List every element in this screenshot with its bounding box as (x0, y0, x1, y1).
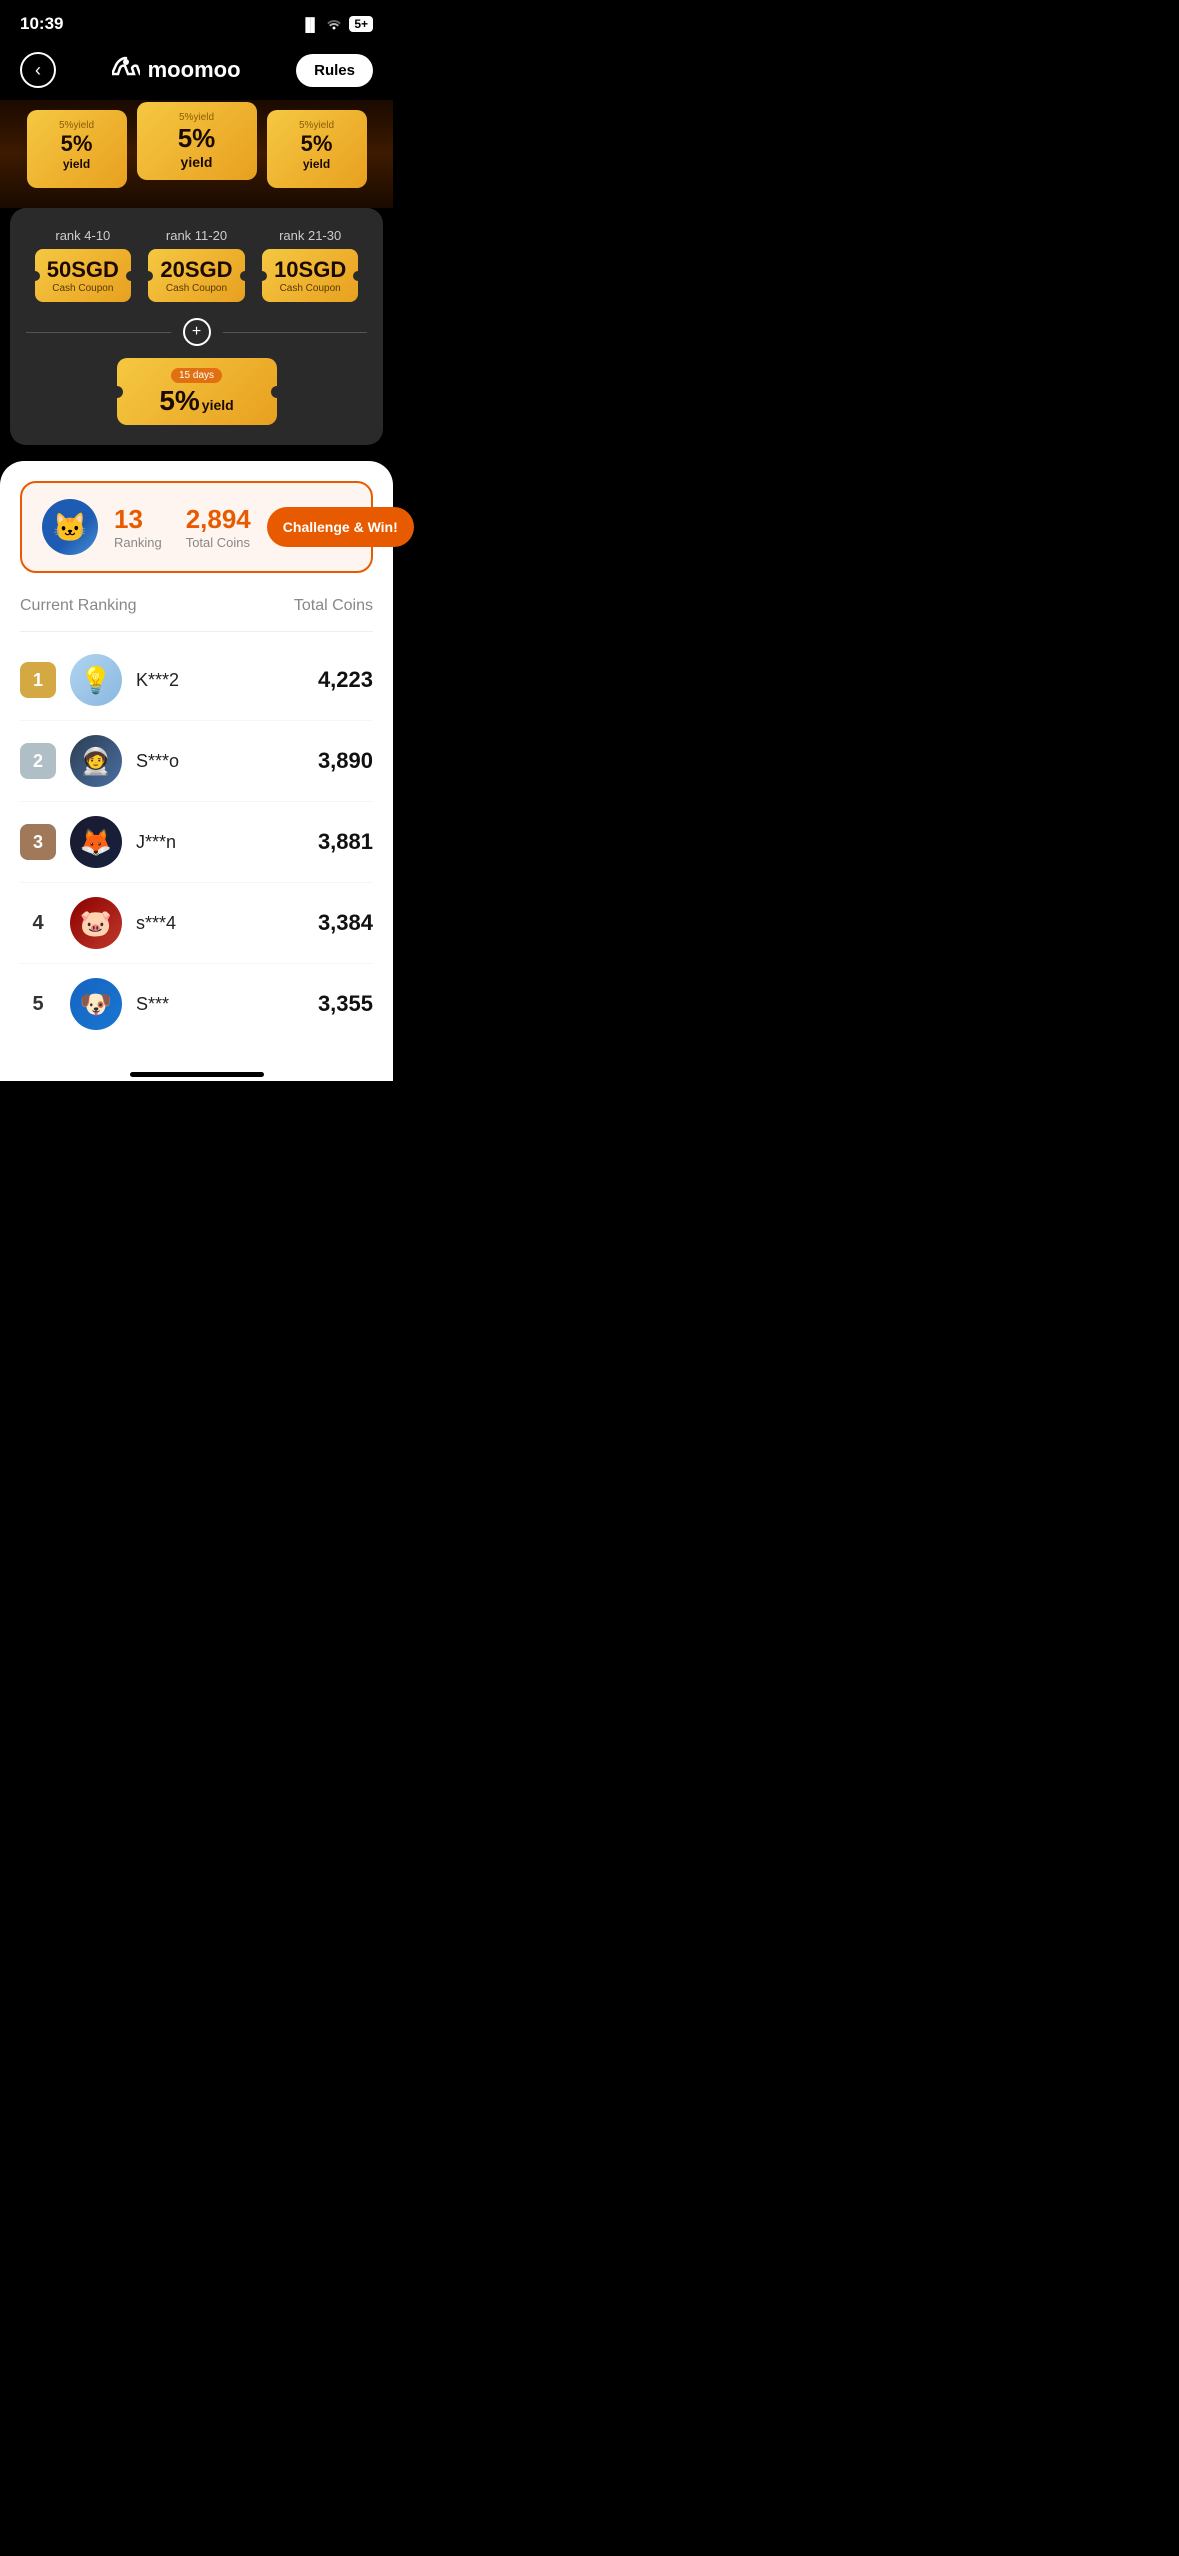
hero-coupon-center-label: 5%yield (179, 112, 214, 123)
user-ranking-label: Ranking (114, 535, 162, 550)
status-icons: ▐▌ 5+ (301, 16, 373, 33)
avatar-player-5: 🐶 (70, 978, 122, 1030)
logo-text: moomoo (148, 57, 241, 83)
signal-icon: ▐▌ (301, 17, 319, 32)
user-coins-value: 2,894 (186, 504, 251, 535)
hero-coupon-right-sub: yield (303, 157, 330, 171)
player-name-4: s***4 (136, 913, 304, 934)
reward-item-2: rank 11-20 20SGD Cash Coupon (148, 228, 244, 302)
battery-badge: 5+ (349, 16, 373, 32)
challenge-button[interactable]: Challenge & Win! (267, 507, 414, 547)
hero-coupon-center: 5%yield 5% yield (137, 102, 257, 180)
hero-coupon-right: 5%yield 5% yield (267, 110, 367, 188)
yield-sub: yield (202, 397, 234, 413)
home-bar (130, 1072, 264, 1077)
logo-icon (112, 56, 140, 84)
table-row: 2 🧑‍🚀 S***o 3,890 (20, 721, 373, 802)
player-name-3: J***n (136, 832, 304, 853)
hero-coupon-left-sub: yield (63, 157, 90, 171)
rank-badge-1: 1 (20, 662, 56, 698)
yield-value: 5% (159, 387, 199, 415)
avatar-player-3: 🦊 (70, 816, 122, 868)
rank-badge-4: 4 (20, 905, 56, 941)
player-coins-5: 3,355 (318, 991, 373, 1017)
hero-coupon-left: 5%yield 5% yield (27, 110, 127, 188)
coupon-amount-1: 50SGD (47, 257, 119, 283)
hero-section: 5%yield 5% yield 5%yield 5% yield 5%yiel… (0, 100, 393, 208)
yield-coupon-card: 15 days 5% yield (117, 358, 277, 425)
divider-line-left (26, 332, 171, 333)
reward-item-1: rank 4-10 50SGD Cash Coupon (35, 228, 131, 302)
rank-label-1: rank 4-10 (55, 228, 110, 243)
status-bar: 10:39 ▐▌ 5+ (0, 0, 393, 42)
player-coins-2: 3,890 (318, 748, 373, 774)
total-coins-label: Total Coins (294, 597, 373, 615)
player-name-1: K***2 (136, 670, 304, 691)
avatar-player-4: 🐷 (70, 897, 122, 949)
ranking-header: Current Ranking Total Coins (20, 597, 373, 632)
coupon-amount-3: 10SGD (274, 257, 346, 283)
avatar-player-1: 💡 (70, 654, 122, 706)
coupon-type-1: Cash Coupon (52, 283, 113, 294)
yield-coupon-container: 15 days 5% yield (26, 358, 367, 425)
user-avatar: 🐱 (42, 499, 98, 555)
coupon-amount-2: 20SGD (160, 257, 232, 283)
hero-coupon-center-value: 5% (178, 123, 216, 154)
rank-badge-2: 2 (20, 743, 56, 779)
rewards-grid: rank 4-10 50SGD Cash Coupon rank 11-20 2… (26, 228, 367, 302)
plus-divider: + (26, 318, 367, 346)
wifi-icon (325, 16, 343, 33)
hero-coupon-right-value: 5% (301, 131, 333, 157)
reward-item-3: rank 21-30 10SGD Cash Coupon (262, 228, 358, 302)
status-time: 10:39 (20, 14, 63, 34)
home-indicator (20, 1064, 373, 1081)
table-row: 3 🦊 J***n 3,881 (20, 802, 373, 883)
nav-logo: moomoo (112, 56, 241, 84)
ranking-stat: 13 Ranking (114, 504, 162, 550)
cash-coupon-card-3: 10SGD Cash Coupon (262, 249, 358, 302)
user-ranking-value: 13 (114, 504, 143, 535)
cash-coupon-card-2: 20SGD Cash Coupon (148, 249, 244, 302)
avatar-player-2: 🧑‍🚀 (70, 735, 122, 787)
rules-button[interactable]: Rules (296, 54, 373, 87)
white-section: 🐱 13 Ranking 2,894 Total Coins Challenge… (0, 461, 393, 1081)
back-button[interactable]: ‹ (20, 52, 56, 88)
hero-coupon-right-label: 5%yield (299, 120, 334, 131)
hero-coupon-left-label: 5%yield (59, 120, 94, 131)
table-row: 5 🐶 S*** 3,355 (20, 964, 373, 1044)
rank-badge-3: 3 (20, 824, 56, 860)
nav-bar: ‹ moomoo Rules (0, 42, 393, 100)
rank-badge-5: 5 (20, 986, 56, 1022)
back-icon: ‹ (35, 60, 41, 81)
days-badge: 15 days (171, 368, 222, 383)
user-coins-label: Total Coins (186, 535, 250, 550)
table-row: 1 💡 K***2 4,223 (20, 640, 373, 721)
coupon-type-3: Cash Coupon (280, 283, 341, 294)
coins-stat: 2,894 Total Coins (186, 504, 251, 550)
player-name-2: S***o (136, 751, 304, 772)
user-rank-card: 🐱 13 Ranking 2,894 Total Coins Challenge… (20, 481, 373, 573)
hero-coupon-center-sub: yield (181, 154, 213, 170)
player-coins-4: 3,384 (318, 910, 373, 936)
player-coins-3: 3,881 (318, 829, 373, 855)
table-row: 4 🐷 s***4 3,384 (20, 883, 373, 964)
rank-label-2: rank 11-20 (166, 228, 227, 243)
coupon-type-2: Cash Coupon (166, 283, 227, 294)
player-name-5: S*** (136, 994, 304, 1015)
rewards-section: rank 4-10 50SGD Cash Coupon rank 11-20 2… (10, 208, 383, 445)
hero-coupon-left-value: 5% (61, 131, 93, 157)
plus-icon: + (183, 318, 211, 346)
user-stats: 13 Ranking 2,894 Total Coins (114, 504, 251, 550)
cash-coupon-card-1: 50SGD Cash Coupon (35, 249, 131, 302)
player-coins-1: 4,223 (318, 667, 373, 693)
divider-line-right (223, 332, 368, 333)
rank-label-3: rank 21-30 (279, 228, 341, 243)
current-ranking-label: Current Ranking (20, 597, 137, 615)
